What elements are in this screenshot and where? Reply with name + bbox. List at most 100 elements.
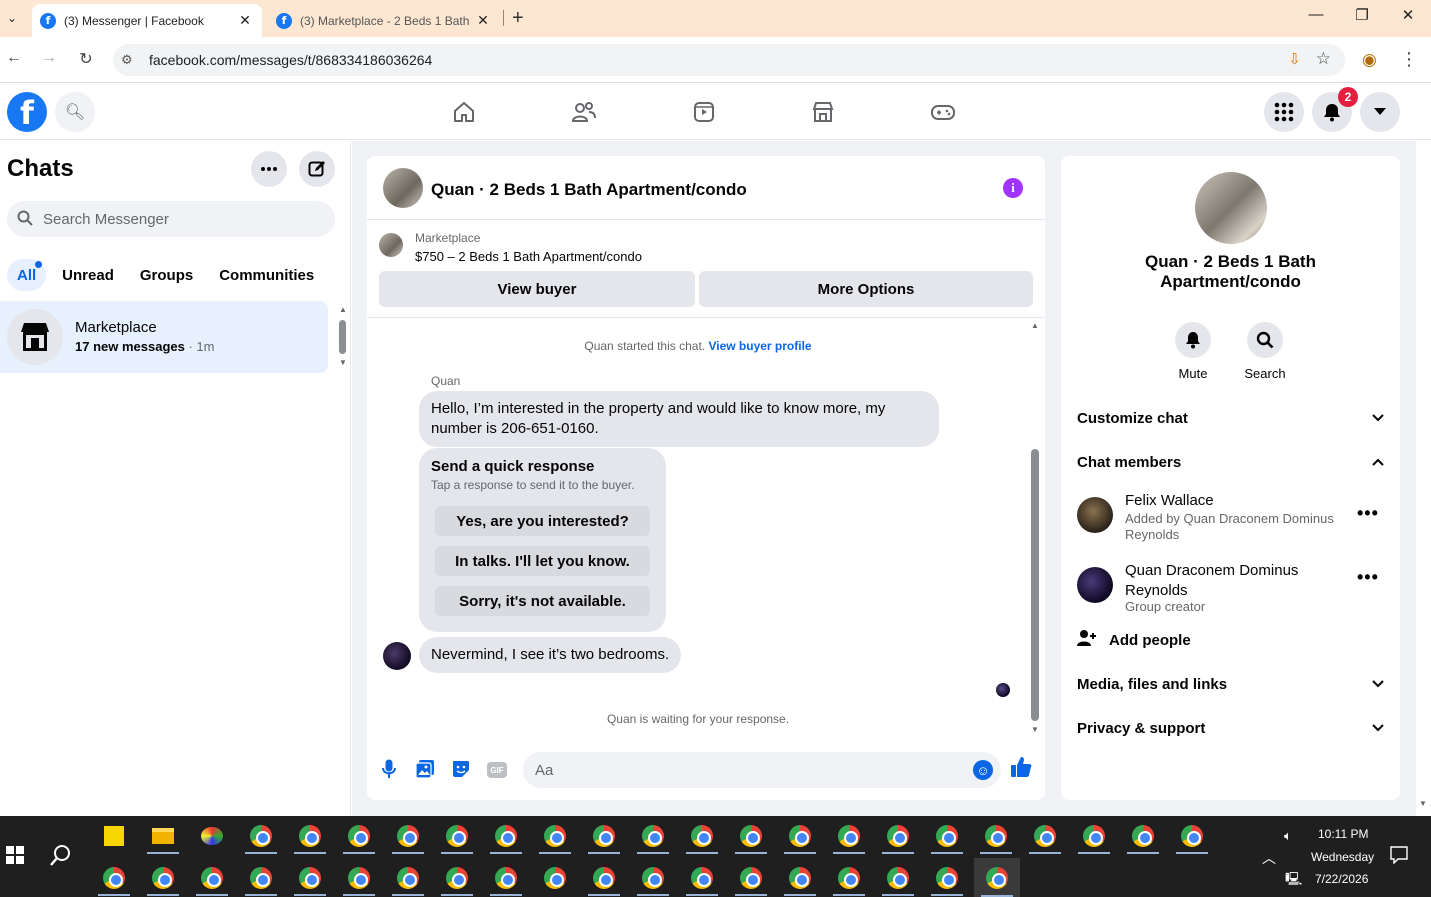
chrome-window-18-icon[interactable] bbox=[1074, 818, 1114, 854]
chrome-window-17-icon[interactable] bbox=[1025, 818, 1065, 854]
account-chevron-icon[interactable] bbox=[1360, 92, 1400, 132]
install-app-icon[interactable]: ⇩ bbox=[1288, 50, 1301, 68]
scroll-down-arrow-icon[interactable]: ▼ bbox=[1419, 799, 1427, 808]
chrome-window-20-icon[interactable] bbox=[1172, 818, 1212, 854]
filter-all[interactable]: All bbox=[7, 259, 47, 291]
view-buyer-profile-link[interactable]: View buyer profile bbox=[708, 339, 811, 353]
forward-arrow-icon[interactable]: → bbox=[37, 49, 61, 67]
chrome-window-7-icon[interactable] bbox=[535, 818, 575, 854]
chrome-window-5-icon[interactable] bbox=[437, 818, 477, 854]
scrollbar-thumb[interactable] bbox=[1031, 449, 1039, 721]
new-message-icon[interactable] bbox=[299, 151, 335, 187]
listing-avatar[interactable] bbox=[383, 168, 423, 208]
filter-communities[interactable]: Communities bbox=[209, 259, 324, 291]
address-bar[interactable]: ⚙ facebook.com/messages/t/86833418603626… bbox=[113, 44, 1345, 76]
chrome-window-27-icon[interactable] bbox=[388, 860, 428, 896]
home-icon[interactable] bbox=[450, 98, 478, 126]
message-bubble[interactable]: Nevermind, I see it’s two bedrooms. bbox=[419, 637, 682, 673]
paint-app-icon[interactable] bbox=[192, 818, 232, 854]
member-options-icon[interactable]: ••• bbox=[1357, 503, 1379, 524]
chrome-window-30-icon[interactable] bbox=[584, 860, 624, 896]
close-window-button[interactable]: ✕ bbox=[1396, 6, 1420, 24]
new-tab-button[interactable]: + bbox=[512, 7, 524, 30]
sidebar-scrollbar[interactable] bbox=[339, 306, 347, 366]
chrome-window-14-icon[interactable] bbox=[878, 818, 918, 854]
chrome-window-16-icon[interactable] bbox=[976, 818, 1016, 854]
chrome-window-3-icon[interactable] bbox=[339, 818, 379, 854]
gif-icon[interactable]: GIF bbox=[487, 762, 507, 778]
quick-response-in-talks[interactable]: In talks. I'll let you know. bbox=[435, 546, 650, 576]
quick-response-not-available[interactable]: Sorry, it's not available. bbox=[435, 586, 650, 616]
bell-icon[interactable] bbox=[1175, 322, 1211, 358]
chrome-window-21-icon[interactable] bbox=[94, 860, 134, 896]
bookmark-star-icon[interactable]: ☆ bbox=[1316, 49, 1331, 69]
menu-grid-icon[interactable] bbox=[1264, 92, 1304, 132]
friends-icon[interactable] bbox=[570, 98, 598, 126]
quick-response-yes[interactable]: Yes, are you interested? bbox=[435, 506, 650, 536]
emoji-icon[interactable]: ☺ bbox=[973, 760, 993, 780]
page-scrollbar[interactable]: ▼ bbox=[1416, 141, 1431, 816]
network-icon[interactable]: 🖳︎ bbox=[1285, 870, 1302, 892]
add-people-button[interactable]: Add people bbox=[1077, 628, 1191, 652]
info-icon[interactable]: i bbox=[1003, 178, 1023, 198]
listing-thumbnail[interactable] bbox=[379, 233, 403, 257]
chrome-window-4-icon[interactable] bbox=[388, 818, 428, 854]
tab-close-icon[interactable]: ✕ bbox=[474, 12, 492, 29]
chat-title[interactable]: Quan · 2 Beds 1 Bath Apartment/condo bbox=[431, 180, 747, 200]
show-hidden-icons-chevron-icon[interactable]: ︿ bbox=[1262, 848, 1276, 868]
chrome-window-12-icon[interactable] bbox=[780, 818, 820, 854]
sticker-icon[interactable] bbox=[450, 758, 472, 780]
back-arrow-icon[interactable]: ← bbox=[2, 49, 26, 67]
like-thumb-icon[interactable] bbox=[1010, 756, 1032, 784]
customize-chat-row[interactable]: Customize chat bbox=[1077, 398, 1384, 438]
chrome-window-32-icon[interactable] bbox=[682, 860, 722, 896]
sticky-notes-icon[interactable] bbox=[94, 818, 134, 854]
tab-messenger[interactable]: f (3) Messenger | Facebook ✕ bbox=[32, 4, 262, 37]
chrome-window-37-icon[interactable] bbox=[927, 860, 967, 896]
chrome-window-33-icon[interactable] bbox=[731, 860, 771, 896]
profile-icon[interactable]: ◉ bbox=[1362, 50, 1377, 70]
more-options-button[interactable]: More Options bbox=[699, 271, 1033, 307]
taskbar-date[interactable]: 7/22/2026 bbox=[1315, 872, 1368, 886]
message-bubble[interactable]: Hello, I’m interested in the property an… bbox=[419, 391, 939, 447]
filter-groups[interactable]: Groups bbox=[130, 259, 203, 291]
tab-search-dropdown-icon[interactable]: ⌄ bbox=[2, 6, 22, 30]
search-icon[interactable] bbox=[1247, 322, 1283, 358]
chrome-window-24-icon[interactable] bbox=[241, 860, 281, 896]
windows-start-icon[interactable] bbox=[6, 846, 24, 864]
chrome-window-13-icon[interactable] bbox=[829, 818, 869, 854]
chat-item-marketplace[interactable]: Marketplace 17 new messages · 1m bbox=[0, 301, 328, 373]
tab-close-icon[interactable]: ✕ bbox=[236, 12, 254, 29]
volume-icon[interactable]: 🔈︎ bbox=[1284, 828, 1292, 844]
filter-unread[interactable]: Unread bbox=[52, 259, 124, 291]
chrome-window-15-icon[interactable] bbox=[927, 818, 967, 854]
chrome-window-active-icon[interactable] bbox=[974, 858, 1020, 897]
sender-avatar[interactable] bbox=[383, 642, 411, 670]
chrome-window-11-icon[interactable] bbox=[731, 818, 771, 854]
chrome-window-22-icon[interactable] bbox=[143, 860, 183, 896]
chrome-window-29-icon[interactable] bbox=[486, 860, 526, 896]
chrome-window-9-icon[interactable] bbox=[633, 818, 673, 854]
microphone-icon[interactable] bbox=[378, 758, 400, 780]
message-input[interactable] bbox=[535, 752, 955, 788]
minimize-button[interactable]: — bbox=[1304, 6, 1328, 23]
chrome-window-31-icon[interactable] bbox=[633, 860, 673, 896]
media-files-links-row[interactable]: Media, files and links bbox=[1077, 664, 1384, 704]
scroll-up-arrow-icon[interactable]: ▲ bbox=[1031, 321, 1039, 330]
taskbar-time[interactable]: 10:11 PM bbox=[1318, 827, 1368, 841]
video-icon[interactable] bbox=[690, 98, 718, 126]
chrome-window-1-icon[interactable] bbox=[241, 818, 281, 854]
gaming-icon[interactable] bbox=[929, 98, 957, 126]
chrome-window-34-icon[interactable] bbox=[780, 860, 820, 896]
chrome-window-36-icon[interactable] bbox=[878, 860, 918, 896]
facebook-search-icon[interactable]: 🔍︎ bbox=[55, 92, 95, 132]
listing-price[interactable]: $750 – 2 Beds 1 Bath Apartment/condo bbox=[415, 249, 642, 264]
notification-center-icon[interactable] bbox=[1390, 846, 1408, 867]
mute-button[interactable]: Mute bbox=[1163, 322, 1223, 381]
listing-large-avatar[interactable] bbox=[1195, 172, 1267, 244]
chrome-window-23-icon[interactable] bbox=[192, 860, 232, 896]
url-text[interactable]: facebook.com/messages/t/868334186036264 bbox=[149, 52, 432, 68]
chat-members-row[interactable]: Chat members bbox=[1077, 442, 1384, 482]
privacy-support-row[interactable]: Privacy & support bbox=[1077, 708, 1384, 748]
scroll-down-arrow-icon[interactable]: ▼ bbox=[339, 358, 347, 367]
